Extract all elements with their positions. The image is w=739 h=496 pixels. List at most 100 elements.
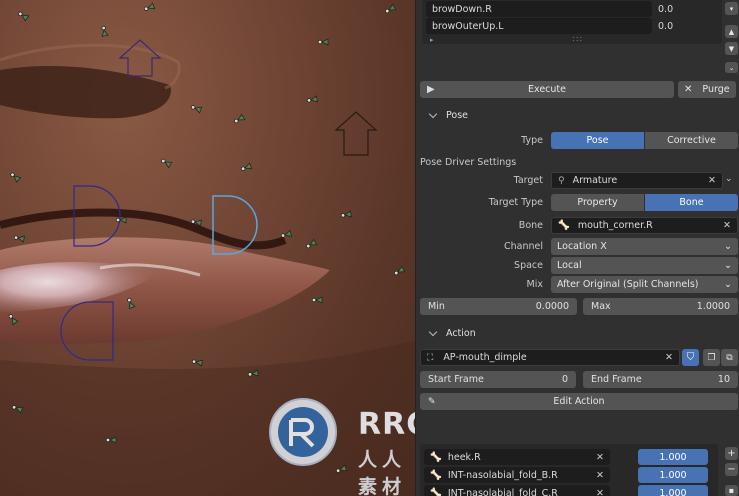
edit-action-label: Edit Action	[553, 396, 605, 407]
execute-button[interactable]: ▶ Execute	[420, 81, 674, 98]
close-icon: ✕	[684, 84, 693, 95]
edit-icon: ✎	[428, 396, 436, 407]
list-menu-icon[interactable]: ▾	[725, 2, 738, 15]
shape-key-value[interactable]: 0.0	[658, 18, 718, 34]
max-field[interactable]: Max 1.0000	[583, 298, 738, 315]
nostril-shadow	[0, 65, 171, 119]
target-type-bone-option[interactable]: Bone	[645, 194, 738, 211]
list-menu-icon[interactable]: ▪	[725, 485, 738, 496]
type-pose-option[interactable]: Pose	[551, 132, 644, 149]
arrow-widget-right	[334, 111, 378, 156]
end-frame-value: 10	[717, 374, 730, 385]
bone-field[interactable]: 🦴 mouth_corner.R ✕	[551, 217, 738, 234]
clear-icon[interactable]: ✕	[665, 352, 673, 363]
shape-key-list[interactable]: browDown.R 0.0 browOuterUp.L 0.0 ▸ :::	[422, 0, 722, 44]
target-type-property-option[interactable]: Property	[551, 194, 644, 211]
purge-button[interactable]: ✕ Purge	[678, 81, 736, 98]
mix-value: After Original (Split Channels)	[557, 279, 699, 290]
move-down-icon[interactable]: ▼	[725, 42, 738, 55]
clear-icon[interactable]: ✕	[723, 220, 731, 231]
start-frame-field[interactable]: Start Frame 0	[420, 371, 576, 388]
max-label: Max	[591, 301, 611, 312]
viewport-scene	[0, 2, 415, 496]
remove-icon[interactable]: ✕	[596, 452, 604, 463]
chevron-down-icon	[428, 327, 438, 336]
list-expand-icon[interactable]: ▸	[430, 36, 434, 44]
collapse-icon[interactable]: ⌄	[725, 62, 738, 73]
shape-key-name[interactable]: browOuterUp.L	[426, 18, 652, 34]
purge-label: Purge	[702, 84, 730, 95]
bone-row-name: heek.R	[447, 451, 481, 463]
max-value: 1.0000	[696, 301, 730, 312]
watermark-logo	[269, 398, 337, 466]
edit-action-button[interactable]: ✎ Edit Action	[420, 393, 738, 410]
shape-key-name[interactable]: browDown.R	[426, 1, 652, 17]
armature-icon: ⚲	[558, 175, 565, 186]
pose-panel-header[interactable]: Pose	[416, 105, 739, 125]
chevron-down-icon[interactable]: ⌄	[725, 174, 733, 184]
move-up-icon[interactable]: ▲	[725, 25, 738, 38]
action-bone-list[interactable]: 🦴 heek.R ✕ 1.000 🦴 INT-nasolabial_fold_B…	[420, 444, 718, 496]
chevron-down-icon: ⌄	[724, 241, 732, 252]
channel-dropdown[interactable]: Location X ⌄	[551, 238, 738, 255]
bone-label: Bone	[518, 220, 543, 231]
bone-value: mouth_corner.R	[577, 220, 653, 231]
channel-label: Channel	[503, 241, 543, 252]
resize-grip-icon[interactable]: :::	[572, 34, 583, 43]
watermark-subtext: 人人素材	[358, 449, 407, 496]
remove-item-icon[interactable]: −	[725, 463, 738, 476]
min-field[interactable]: Min 0.0000	[420, 298, 577, 315]
3d-viewport[interactable]: RRCG 人人素材	[0, 0, 415, 496]
target-type-label: Target Type	[488, 197, 543, 208]
end-frame-label: End Frame	[591, 374, 642, 385]
min-label: Min	[428, 301, 445, 312]
space-dropdown[interactable]: Local ⌄	[551, 257, 738, 274]
remove-icon[interactable]: ✕	[596, 470, 604, 481]
mix-dropdown[interactable]: After Original (Split Channels) ⌄	[551, 276, 738, 293]
channel-value: Location X	[557, 241, 607, 252]
shape-key-value[interactable]: 0.0	[658, 1, 718, 17]
bone-row-weight[interactable]: 1.000	[638, 467, 708, 483]
bone-row-name: INT-nasolabial_fold_B.R	[447, 469, 558, 481]
action-name: AP-mouth_dimple	[443, 352, 527, 363]
type-label: Type	[521, 135, 543, 146]
mix-label: Mix	[526, 279, 543, 290]
list-item[interactable]: 🦴 INT-nasolabial_fold_B.R ✕	[424, 467, 610, 483]
bone-icon: 🦴	[430, 451, 442, 463]
list-item[interactable]: browDown.R	[426, 1, 652, 17]
action-icon: ⛶	[427, 352, 434, 363]
bone-icon: 🦴	[558, 220, 570, 231]
start-frame-value: 0	[561, 374, 568, 385]
action-header-label: Action	[446, 327, 476, 339]
fake-user-shield-icon[interactable]: ⛉	[682, 349, 699, 366]
pose-driver-settings-label: Pose Driver Settings	[420, 157, 517, 168]
bone-row-weight[interactable]: 1.000	[638, 485, 708, 496]
new-action-icon[interactable]: ❐	[703, 349, 720, 366]
watermark-text: RRCG	[358, 407, 415, 442]
action-panel-header[interactable]: Action	[416, 323, 739, 343]
action-field[interactable]: ⛶ AP-mouth_dimple ✕	[420, 349, 680, 366]
space-value: Local	[557, 260, 582, 271]
type-corrective-option[interactable]: Corrective	[645, 132, 738, 149]
bone-row-weight[interactable]: 1.000	[638, 449, 708, 465]
list-item[interactable]: 🦴 heek.R ✕	[424, 449, 610, 465]
target-value: Armature	[572, 175, 618, 186]
bone-row-name: INT-nasolabial_fold_C.R	[447, 487, 558, 496]
remove-icon[interactable]: ✕	[596, 488, 604, 496]
list-item[interactable]: 🦴 INT-nasolabial_fold_C.R ✕	[424, 485, 610, 496]
bone-icon: 🦴	[430, 469, 442, 481]
end-frame-field[interactable]: End Frame 10	[583, 371, 738, 388]
chevron-down-icon: ⌄	[724, 260, 732, 271]
execute-label: Execute	[528, 84, 566, 95]
duplicate-action-icon[interactable]: ⧉	[721, 349, 738, 366]
target-field[interactable]: ⚲ Armature ✕	[551, 172, 723, 189]
chevron-down-icon: ⌄	[724, 279, 732, 290]
add-icon[interactable]: +	[725, 447, 738, 460]
bone-icon: 🦴	[430, 487, 442, 496]
pose-header-label: Pose	[446, 109, 468, 121]
list-item[interactable]: browOuterUp.L	[426, 18, 652, 34]
space-label: Space	[514, 260, 543, 271]
chevron-down-icon	[428, 109, 438, 118]
start-frame-label: Start Frame	[428, 374, 484, 385]
clear-icon[interactable]: ✕	[708, 175, 716, 186]
